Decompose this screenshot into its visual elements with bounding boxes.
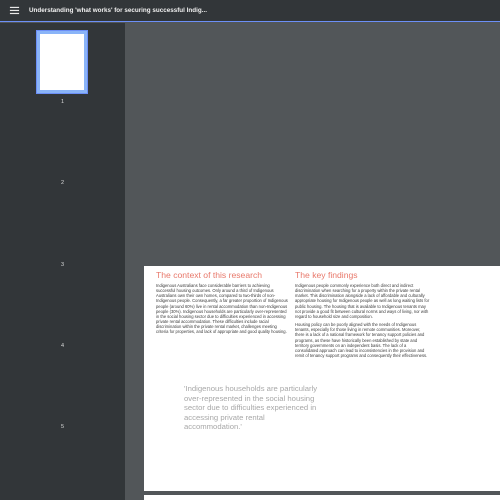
document-viewer[interactable]: The context of this research Indigenous … [125, 23, 500, 500]
next-page [144, 495, 500, 500]
page-number-5[interactable]: 5 [0, 424, 125, 430]
findings-paragraph-2: Housing policy can be poorly aligned wit… [295, 322, 428, 359]
page-number-2[interactable]: 2 [0, 180, 125, 186]
findings-heading: The key findings [295, 270, 358, 280]
context-paragraph: Indigenous Australians face considerable… [156, 283, 288, 335]
menu-icon[interactable] [3, 0, 25, 22]
page-number-1[interactable]: 1 [0, 99, 125, 105]
page-number-3[interactable]: 3 [0, 262, 125, 268]
page-thumbnail-1[interactable] [36, 30, 88, 94]
document-title: Understanding 'what works' for securing … [29, 7, 207, 14]
right-column: The key findings Indigenous people commo… [295, 270, 430, 358]
toolbar: Understanding 'what works' for securing … [0, 0, 500, 22]
document-page: The context of this research Indigenous … [144, 266, 500, 491]
pull-quote: 'Indigenous households are particularly … [184, 384, 318, 432]
page-number-4[interactable]: 4 [0, 343, 125, 349]
thumbnail-sidebar[interactable]: 1 2 3 4 5 [0, 23, 125, 500]
left-column: The context of this research Indigenous … [156, 270, 290, 335]
context-heading: The context of this research [156, 270, 263, 280]
findings-paragraph-1: Indigenous people commonly experience bo… [295, 283, 430, 319]
